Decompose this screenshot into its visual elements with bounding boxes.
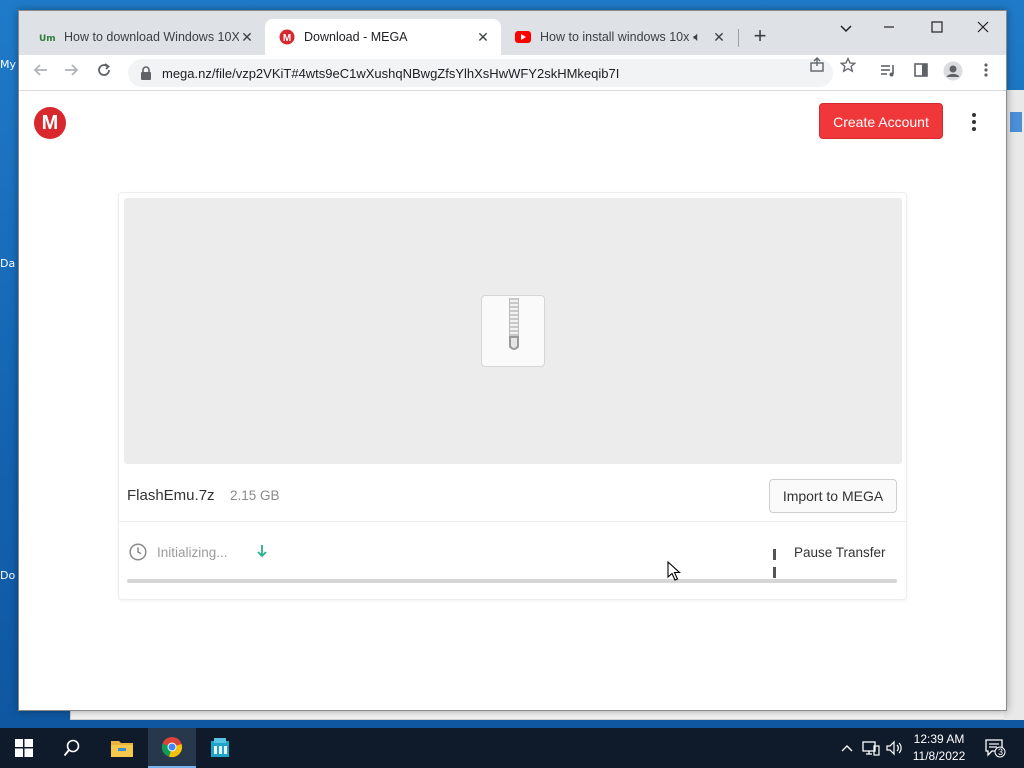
- file-info-row: FlashEmu.7z 2.15 GB Import to MEGA: [119, 470, 906, 522]
- maximize-button[interactable]: [922, 17, 952, 41]
- action-center-icon[interactable]: 3: [980, 728, 1010, 768]
- transfer-status-text: Initializing...: [157, 545, 228, 560]
- svg-text:M: M: [283, 33, 291, 44]
- close-window-button[interactable]: [968, 17, 998, 41]
- browser-toolbar: mega.nz/file/vzp2VKiT#4wts9eC1wXushqNBwg…: [19, 55, 1006, 91]
- back-arrow-icon[interactable]: [29, 61, 53, 85]
- file-preview-area: [124, 198, 902, 464]
- download-progress-bar: [127, 579, 897, 583]
- background-window-edge: [1004, 90, 1024, 720]
- mega-logo[interactable]: M: [34, 107, 66, 139]
- mega-icon: M: [279, 29, 295, 45]
- file-name: FlashEmu.7z: [127, 487, 215, 504]
- pause-transfer-button[interactable]: Pause Transfer: [794, 545, 886, 560]
- clock-date: 11/8/2022: [912, 749, 966, 763]
- tab-strip: Umix How to download Windows 10X ✕ M Dow…: [19, 11, 1006, 55]
- browser-window: Umix How to download Windows 10X ✕ M Dow…: [18, 10, 1007, 711]
- desktop-icon-label[interactable]: Da: [0, 257, 18, 270]
- file-size: 2.15 GB: [230, 488, 280, 503]
- tab-title: How to install windows 10x: [540, 30, 690, 44]
- svg-text:Umix: Umix: [39, 34, 55, 43]
- media-control-icon[interactable]: [876, 61, 900, 85]
- tab-divider: [738, 29, 739, 47]
- taskbar-clock[interactable]: 12:39 AM 11/8/2022: [904, 731, 974, 765]
- reload-icon[interactable]: [92, 61, 116, 85]
- clock-time: 12:39 AM: [913, 732, 965, 746]
- start-button[interactable]: [0, 728, 48, 768]
- show-hidden-icons-chevron-icon[interactable]: [838, 728, 856, 768]
- mouse-cursor: [667, 560, 681, 581]
- tab-how-to-install[interactable]: How to install windows 10x 🔈︎ ✕: [501, 19, 737, 55]
- volume-icon[interactable]: [884, 728, 906, 768]
- minimize-button[interactable]: [874, 17, 904, 41]
- search-icon[interactable]: [48, 728, 96, 768]
- create-account-button[interactable]: Create Account: [819, 103, 943, 139]
- clock-icon: [129, 543, 147, 561]
- speaker-icon[interactable]: 🔈︎: [693, 29, 701, 45]
- address-bar[interactable]: mega.nz/file/vzp2VKiT#4wts9eC1wXushqNBwg…: [128, 59, 833, 87]
- zip-file-icon: [481, 295, 545, 367]
- import-to-mega-button[interactable]: Import to MEGA: [769, 479, 897, 513]
- share-icon[interactable]: [805, 57, 829, 81]
- chrome-menu-icon[interactable]: [974, 61, 998, 85]
- network-icon[interactable]: [860, 728, 882, 768]
- close-tab-icon[interactable]: ✕: [239, 29, 255, 45]
- url-text: mega.nz/file/vzp2VKiT#4wts9eC1wXushqNBwg…: [162, 65, 620, 81]
- tab-search-chevron-icon[interactable]: [831, 17, 861, 41]
- profile-avatar-icon[interactable]: [941, 61, 965, 85]
- more-options-icon[interactable]: [965, 113, 983, 135]
- pause-icon[interactable]: [773, 547, 783, 578]
- close-tab-icon[interactable]: ✕: [475, 29, 491, 45]
- lock-icon[interactable]: [140, 66, 154, 80]
- notification-count-badge: 3: [998, 747, 1004, 757]
- tab-title: Download - MEGA: [304, 30, 408, 44]
- tab-download-mega[interactable]: M Download - MEGA ✕: [265, 19, 501, 55]
- app-taskbar-icon[interactable]: [196, 728, 244, 768]
- new-tab-button[interactable]: +: [750, 25, 770, 47]
- taskbar: 12:39 AM 11/8/2022 3: [0, 728, 1024, 768]
- desktop-icon-label[interactable]: Do: [0, 569, 18, 582]
- mega-page: M Create Account FlashEmu.7z 2.15 GB Imp…: [19, 92, 1006, 710]
- umix-icon: Umix: [39, 29, 55, 45]
- bookmark-star-icon[interactable]: [836, 56, 860, 81]
- file-explorer-icon[interactable]: [98, 728, 146, 768]
- forward-arrow-icon[interactable]: [59, 61, 83, 85]
- close-tab-icon[interactable]: ✕: [711, 29, 727, 45]
- desktop-icon-label[interactable]: My: [0, 58, 18, 71]
- file-download-card: FlashEmu.7z 2.15 GB Import to MEGA Initi…: [118, 192, 907, 600]
- side-panel-icon[interactable]: [909, 61, 933, 85]
- tab-how-to-download[interactable]: Umix How to download Windows 10X ✕: [25, 19, 265, 55]
- download-arrow-icon: [255, 543, 269, 561]
- youtube-icon: [515, 29, 531, 45]
- tab-title: How to download Windows 10X: [64, 30, 239, 44]
- chrome-taskbar-icon[interactable]: [148, 728, 196, 768]
- transfer-status-row: Initializing... Pause Transfer: [119, 523, 906, 593]
